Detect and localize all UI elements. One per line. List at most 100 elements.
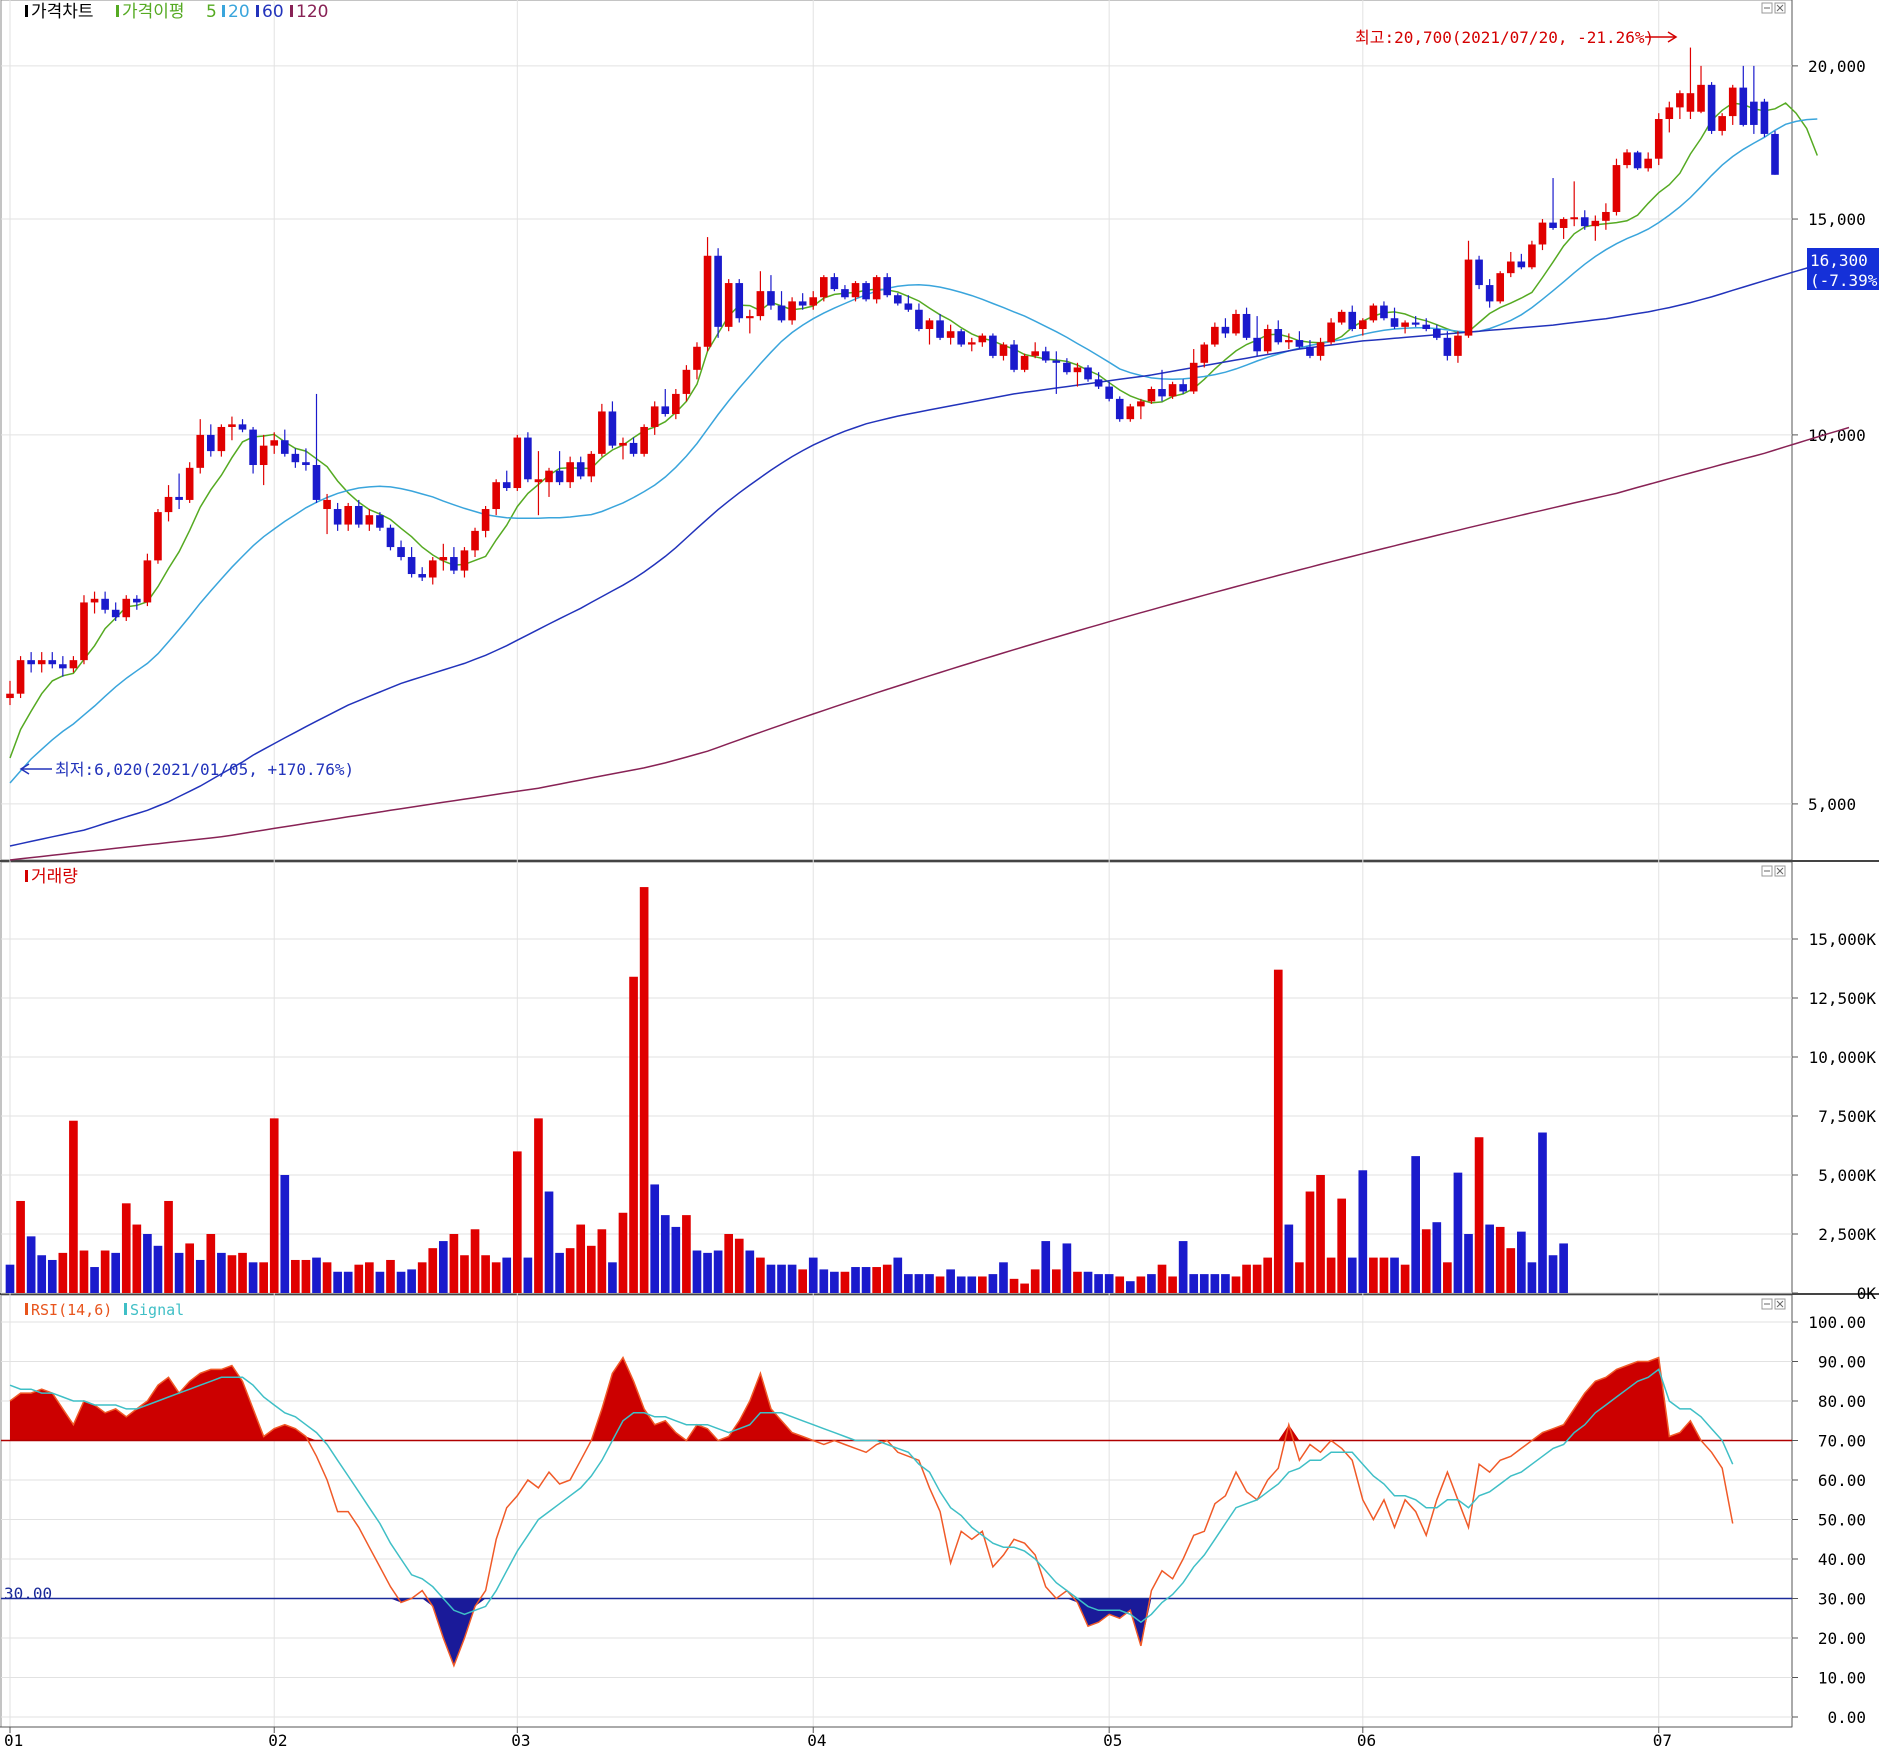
volume-bar — [745, 1250, 755, 1293]
candle-body — [101, 598, 109, 610]
candle-body — [672, 393, 680, 415]
candle-body — [302, 462, 310, 466]
volume-bar — [692, 1250, 702, 1293]
candle-body — [122, 598, 131, 618]
volume-bar — [512, 1151, 522, 1293]
volume-panel-minimize-icon[interactable] — [1761, 865, 1773, 877]
volume-panel: 0K 2,500K 5,000K 7,500K 10,000K 12,500K 15,000… — [5, 887, 1877, 1303]
volume-bar — [460, 1255, 469, 1293]
candle-body — [280, 440, 289, 454]
candle-body — [1158, 389, 1166, 397]
volume-bar — [576, 1224, 586, 1293]
last-price-value: 16,300 — [1810, 251, 1868, 270]
volume-bar — [1231, 1276, 1241, 1293]
candle-body — [1528, 244, 1536, 268]
candle-body — [1337, 311, 1346, 323]
volume-bar — [79, 1250, 89, 1293]
volume-bar — [1432, 1222, 1442, 1293]
grid-lines — [0, 0, 1879, 1728]
volume-bar — [1284, 1224, 1294, 1293]
candle-body — [555, 470, 564, 483]
candle-body — [111, 609, 120, 618]
candle-body — [1369, 305, 1378, 321]
volume-axis-label: 7,500K — [1818, 1107, 1876, 1126]
volume-bar — [1157, 1264, 1167, 1293]
volume-bar — [618, 1212, 628, 1293]
volume-bar — [195, 1259, 205, 1293]
candle-body — [545, 470, 553, 483]
price-panel-minimize-icon[interactable] — [1761, 2, 1773, 14]
candle-body — [492, 482, 500, 510]
candle-body — [1390, 318, 1399, 327]
volume-bar — [153, 1245, 163, 1293]
candle-body — [915, 309, 923, 330]
volume-axis-label: 15,000K — [1809, 930, 1877, 949]
candle-body — [1221, 326, 1230, 334]
candle-body — [1422, 324, 1431, 330]
signal-legend-title: Signal — [130, 1301, 184, 1319]
volume-axis-label: 12,500K — [1809, 989, 1877, 1008]
candle-body — [957, 331, 966, 345]
candle-body — [1750, 101, 1758, 125]
candle-body — [228, 424, 236, 427]
volume-bar — [1263, 1257, 1273, 1293]
candle-body — [1168, 384, 1177, 397]
candle-body — [1686, 93, 1695, 112]
volume-axis-label: 2,500K — [1818, 1225, 1876, 1244]
volume-bar — [269, 1118, 279, 1293]
candle-body — [397, 547, 405, 558]
candle-body — [925, 320, 934, 330]
volume-bar — [1104, 1274, 1114, 1293]
candle-body — [724, 283, 733, 327]
candle-body — [386, 527, 395, 548]
rsi-axis-label: 60.00 — [1818, 1471, 1866, 1490]
volume-legend: 거래량 — [25, 867, 78, 887]
candle-body — [893, 295, 902, 304]
rsi-legend: RSI(14,6) Signal — [25, 1301, 184, 1319]
volume-bar — [798, 1269, 807, 1293]
candle-body — [1623, 152, 1631, 166]
volume-legend-marker — [25, 870, 28, 882]
candle-body — [819, 277, 828, 298]
volume-bar — [967, 1276, 977, 1293]
volume-bar — [819, 1269, 829, 1293]
candle-body — [333, 509, 342, 525]
volume-bar — [1073, 1271, 1082, 1293]
volume-bar — [396, 1271, 406, 1293]
low-price-annotation: 최저:6,020(2021/01/05, +170.76%) — [55, 760, 354, 779]
volume-bar — [703, 1252, 712, 1293]
candle-body — [1084, 367, 1092, 380]
volume-bar — [69, 1120, 78, 1293]
candle-body — [460, 550, 469, 571]
volume-bar — [47, 1259, 57, 1293]
candle-body — [439, 557, 448, 561]
volume-bar — [1316, 1175, 1325, 1293]
volume-bar — [586, 1245, 596, 1293]
volume-panel-close-icon[interactable] — [1774, 865, 1786, 877]
x-axis: 01 02 03 04 05 06 07 — [0, 1726, 1792, 1748]
volume-bar — [1125, 1281, 1135, 1293]
volume-bar — [1020, 1283, 1029, 1293]
candle-body — [619, 442, 627, 446]
signal-legend-marker — [124, 1303, 127, 1315]
candle-body — [365, 515, 374, 525]
candle-body — [608, 411, 617, 446]
rsi-axis-label: 80.00 — [1818, 1392, 1866, 1411]
candle-body — [1126, 406, 1135, 420]
price-panel-close-icon[interactable] — [1774, 2, 1786, 14]
rsi-panel-close-icon[interactable] — [1774, 1298, 1786, 1310]
volume-bar — [312, 1257, 321, 1293]
volume-legend-title: 거래량 — [31, 867, 78, 887]
volume-bar — [259, 1262, 268, 1293]
candle-body — [650, 406, 659, 427]
candle-body — [450, 557, 458, 571]
candle-body — [798, 301, 807, 306]
candle-body — [746, 316, 754, 319]
volume-bar — [16, 1200, 25, 1293]
candle-body — [756, 291, 765, 317]
rsi-axis-label: 90.00 — [1818, 1353, 1866, 1372]
price-legend-title: 가격차트 — [31, 2, 94, 22]
volume-bar — [861, 1267, 871, 1293]
candle-body — [1549, 222, 1557, 228]
rsi-panel-minimize-icon[interactable] — [1761, 1298, 1773, 1310]
